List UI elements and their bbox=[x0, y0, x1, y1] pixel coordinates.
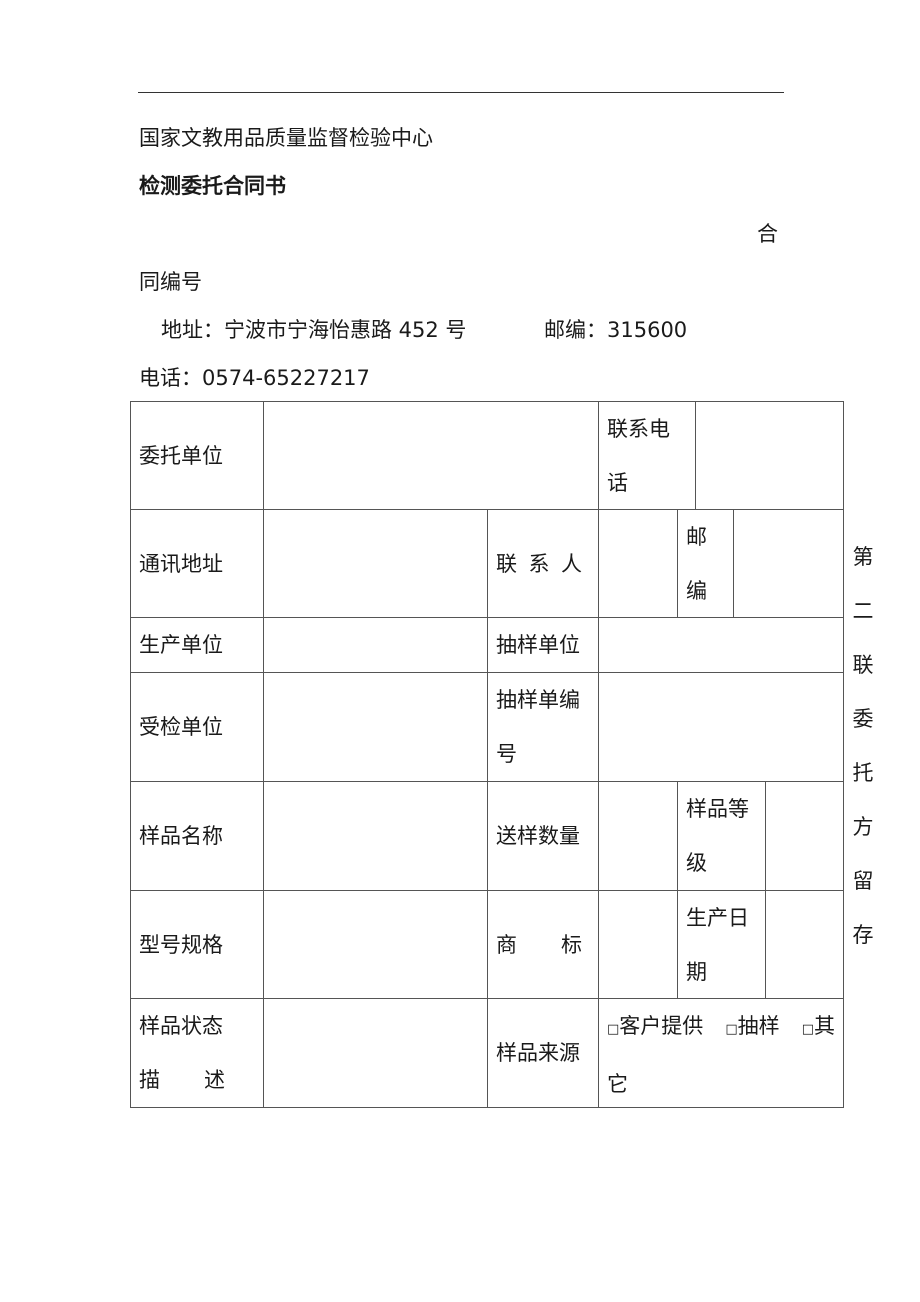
option-label: 抽样 bbox=[737, 1014, 780, 1038]
label-sample-grade: 样品等级 bbox=[677, 781, 766, 891]
field-sample-state[interactable] bbox=[263, 998, 488, 1108]
checkbox-icon[interactable]: □ bbox=[607, 1022, 619, 1037]
label-client-unit: 委托单位 bbox=[130, 401, 264, 510]
label-text: 样品来源 bbox=[496, 1041, 580, 1065]
side-note-char: 二 bbox=[852, 599, 874, 623]
label-text: 送样数量 bbox=[496, 824, 580, 848]
field-trademark[interactable] bbox=[598, 890, 678, 999]
field-production-date[interactable] bbox=[765, 890, 844, 999]
address-line: 地址：宁波市宁海怡惠路 452 号 bbox=[161, 318, 467, 342]
label-sample-state: 样品状态描 述 bbox=[130, 998, 264, 1108]
label-text: 生产日 bbox=[686, 906, 749, 930]
label-mail-address: 通讯地址 bbox=[130, 509, 264, 618]
field-sample-grade[interactable] bbox=[765, 781, 844, 891]
label-inspected-unit: 受检单位 bbox=[130, 672, 264, 782]
label-text: 型号规格 bbox=[139, 932, 223, 957]
label-sample-qty: 送样数量 bbox=[487, 781, 599, 891]
option-label: 其 bbox=[813, 1014, 835, 1038]
label-text: 编 bbox=[686, 579, 707, 603]
label-char: 述 bbox=[204, 1068, 225, 1092]
field-inspected-unit[interactable] bbox=[263, 672, 488, 782]
side-note-char: 委 bbox=[852, 707, 874, 731]
label-char: 联 bbox=[496, 551, 517, 576]
side-note-char: 存 bbox=[852, 923, 874, 947]
doc-title: 检测委托合同书 bbox=[139, 174, 286, 198]
label-text: 话 bbox=[607, 471, 628, 495]
label-char: 商 bbox=[496, 932, 517, 957]
label-model-spec: 型号规格 bbox=[130, 890, 264, 999]
option-label: 客户提供 bbox=[619, 1014, 704, 1038]
label-text: 级 bbox=[686, 851, 707, 875]
label-text: 抽样单编 bbox=[496, 688, 580, 712]
label-producer: 生产单位 bbox=[130, 617, 264, 673]
label-text: 联系电 bbox=[607, 417, 670, 441]
side-note-char: 第 bbox=[852, 545, 874, 569]
label-text: 号 bbox=[496, 742, 517, 766]
label-production-date: 生产日期 bbox=[677, 890, 766, 999]
field-contact-person[interactable] bbox=[598, 509, 678, 618]
option-other[interactable]: □其 bbox=[802, 999, 835, 1057]
option-client-provided[interactable]: □客户提供 bbox=[607, 999, 703, 1057]
label-contact-phone: 联系电话 bbox=[598, 401, 696, 510]
phone-line: 电话：0574-65227217 bbox=[139, 366, 370, 390]
field-sampling-no[interactable] bbox=[598, 672, 844, 782]
label-text: 样品等 bbox=[686, 797, 749, 821]
side-note-char: 留 bbox=[852, 869, 874, 893]
option-sampling[interactable]: □抽样 bbox=[725, 999, 779, 1057]
field-sample-qty[interactable] bbox=[598, 781, 678, 891]
label-text: 邮 bbox=[686, 525, 707, 549]
label-text: 通讯地址 bbox=[139, 551, 223, 576]
label-sampling-unit: 抽样单位 bbox=[487, 617, 599, 673]
label-sampling-no: 抽样单编号 bbox=[487, 672, 599, 782]
side-note-char: 托 bbox=[852, 761, 874, 785]
side-note-char: 联 bbox=[852, 653, 874, 677]
option-label-continued: 它 bbox=[607, 1072, 628, 1096]
checkbox-icon[interactable]: □ bbox=[725, 1022, 737, 1037]
label-text: 样品名称 bbox=[139, 824, 223, 848]
label-char: 描 bbox=[139, 1068, 160, 1092]
field-sampling-unit[interactable] bbox=[598, 617, 844, 673]
field-postcode[interactable] bbox=[733, 509, 844, 618]
label-text: 生产单位 bbox=[139, 633, 223, 657]
label-text: 抽样单位 bbox=[496, 633, 580, 657]
field-contact-phone[interactable] bbox=[695, 401, 844, 510]
field-producer[interactable] bbox=[263, 617, 488, 673]
field-client-unit[interactable] bbox=[263, 401, 599, 510]
checkbox-icon[interactable]: □ bbox=[802, 1022, 814, 1037]
field-sample-source: □客户提供 □抽样 □其 它 bbox=[598, 998, 844, 1108]
label-sample-name: 样品名称 bbox=[130, 781, 264, 891]
top-rule bbox=[138, 92, 784, 93]
field-mail-address[interactable] bbox=[263, 509, 488, 618]
contract-no-label-1: 合 bbox=[757, 222, 778, 246]
side-note: 第 二 联 委 托 方 留 存 bbox=[851, 530, 875, 962]
field-model-spec[interactable] bbox=[263, 890, 488, 999]
label-text: 委托单位 bbox=[139, 443, 223, 468]
label-char: 系 bbox=[528, 551, 550, 576]
org-name: 国家文教用品质量监督检验中心 bbox=[139, 126, 433, 150]
label-postcode: 邮编 bbox=[677, 509, 734, 618]
side-note-char: 方 bbox=[852, 815, 874, 839]
label-text: 受检单位 bbox=[139, 715, 223, 739]
label-char: 人 bbox=[561, 551, 582, 576]
label-trademark: 商标 bbox=[487, 890, 599, 999]
label-char: 标 bbox=[561, 932, 582, 957]
label-sample-source: 样品来源 bbox=[487, 998, 599, 1108]
label-text: 期 bbox=[686, 960, 707, 984]
label-contact-person: 联系人 bbox=[487, 509, 599, 618]
postcode-line: 邮编：315600 bbox=[544, 318, 688, 342]
field-sample-name[interactable] bbox=[263, 781, 488, 891]
label-text: 样品状态 bbox=[139, 1014, 223, 1038]
contract-no-label-2: 同编号 bbox=[139, 270, 202, 294]
